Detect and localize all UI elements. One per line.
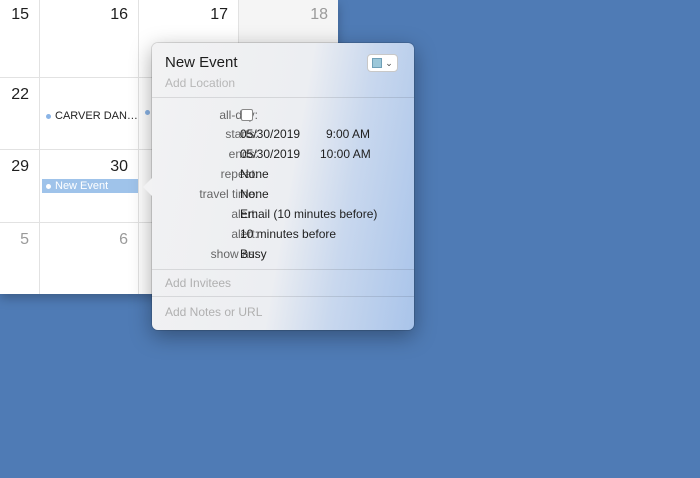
all-day-row: all-day: [152,108,414,128]
day-cell-6[interactable]: 6 [40,223,139,294]
day-cell-16[interactable]: 16 [40,0,139,78]
event-dot-icon [145,110,150,115]
day-number: 30 [110,158,128,175]
calendar-color-picker[interactable]: ⌄ [367,54,398,72]
ends-time-field[interactable]: 10:00 AM [320,147,371,161]
repeat-row: repeat: None [152,167,414,187]
alert-select-2[interactable]: 10 minutes before [240,227,336,241]
day-number: 29 [11,158,29,175]
all-day-checkbox[interactable] [241,109,253,121]
travel-time-row: travel time: None [152,187,414,207]
divider [152,97,414,98]
calendar-event-partial[interactable] [145,110,150,115]
day-cell-15[interactable]: 15 [0,0,40,78]
starts-date-field[interactable]: 05/30/2019 [240,127,300,141]
calendar-event-carver[interactable]: CARVER DAN… [46,110,138,122]
new-event-chip[interactable]: New Event [42,179,138,193]
day-cell-29[interactable]: 29 [0,150,40,223]
day-number: 6 [119,231,128,248]
day-number: 18 [310,6,328,23]
day-cell-5[interactable]: 5 [0,223,40,294]
day-cell-22[interactable]: 22 [0,78,40,150]
location-field[interactable]: Add Location [165,76,235,90]
add-notes-field[interactable]: Add Notes or URL [165,305,262,319]
ends-row: ends: 05/30/2019 10:00 AM [152,147,414,167]
alert-select-1[interactable]: Email (10 minutes before) [240,207,377,221]
alert-row-1: alert: Email (10 minutes before) [152,207,414,227]
divider [152,269,414,270]
day-number: 5 [20,231,29,248]
alert-row-2: alert: 10 minutes before [152,227,414,247]
day-number: 16 [110,6,128,23]
add-invitees-field[interactable]: Add Invitees [165,276,231,290]
show-as-row: show as: Busy [152,247,414,267]
day-number: 22 [11,86,29,103]
repeat-select[interactable]: None [240,167,269,181]
starts-time-field[interactable]: 9:00 AM [326,127,370,141]
starts-row: starts: 05/30/2019 9:00 AM [152,127,414,147]
show-as-select[interactable]: Busy [240,247,267,261]
divider [152,296,414,297]
event-dot-icon [46,183,51,189]
event-dot-icon [46,113,51,119]
day-number: 17 [210,6,228,23]
event-title-field[interactable]: New Event [165,54,238,71]
event-title: New Event [55,180,109,192]
day-cell-23[interactable]: CARVER DAN… [40,78,139,150]
chevron-down-icon: ⌄ [385,57,393,68]
color-swatch-icon [372,58,383,68]
event-title: CARVER DAN… [55,110,138,122]
ends-date-field[interactable]: 05/30/2019 [240,147,300,161]
day-cell-30[interactable]: 30 New Event [40,150,139,223]
day-number: 15 [11,6,29,23]
travel-time-select[interactable]: None [240,187,269,201]
popover-arrow [143,178,152,196]
event-popover: New Event Add Location ⌄ all-day: starts… [143,43,414,330]
